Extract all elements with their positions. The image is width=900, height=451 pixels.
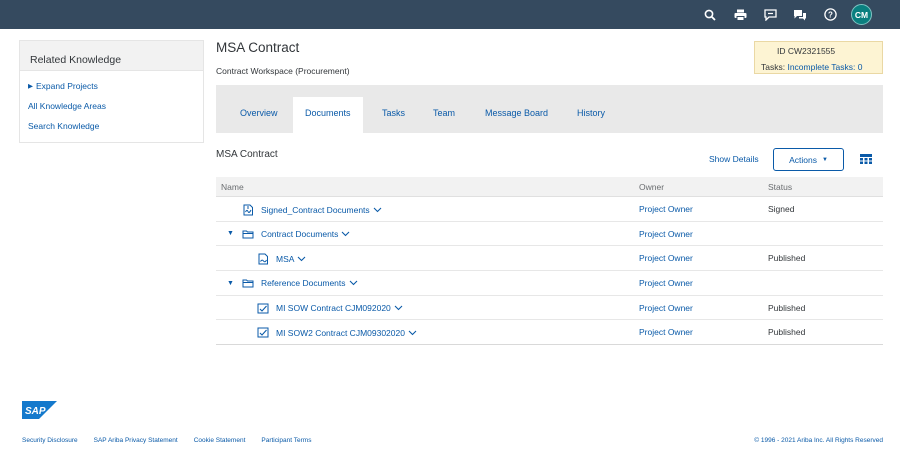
collapse-triangle-icon[interactable]: ▼ <box>227 280 234 287</box>
workspace-tasks: Tasks: Incomplete Tasks: 0 <box>761 62 863 72</box>
footer-links: Security Disclosure SAP Ariba Privacy St… <box>22 437 327 444</box>
folder-name[interactable]: Contract Documents <box>261 229 338 239</box>
tab-bar: Overview Documents Tasks Team Message Bo… <box>216 85 883 133</box>
chevron-down-icon[interactable] <box>349 280 358 286</box>
page-title: MSA Contract <box>216 40 300 55</box>
document-check-icon <box>257 327 269 338</box>
collapse-triangle-icon[interactable]: ▼ <box>227 230 234 237</box>
sap-logo-text: SAP <box>25 406 46 417</box>
related-knowledge-links: ▶ Expand Projects All Knowledge Areas Sea… <box>20 71 203 141</box>
tab-tasks[interactable]: Tasks <box>370 97 417 133</box>
incomplete-tasks-link[interactable]: Incomplete Tasks: 0 <box>787 62 862 72</box>
status-cell: Published <box>768 253 806 264</box>
status-cell: Published <box>768 302 806 313</box>
show-details-link[interactable]: Show Details <box>709 154 759 164</box>
shell-bar: ? CM <box>0 0 900 29</box>
tab-history[interactable]: History <box>565 97 617 133</box>
column-header-owner[interactable]: Owner <box>639 182 664 192</box>
document-check-icon <box>257 303 269 314</box>
caret-down-icon: ▼ <box>821 156 828 163</box>
table-options-icon[interactable] <box>860 154 872 166</box>
cookie-statement-link[interactable]: Cookie Statement <box>194 437 246 444</box>
chevron-down-icon[interactable] <box>394 305 403 311</box>
table-row: Signed_Contract Documents Project Owner … <box>216 197 883 222</box>
sap-logo: SAP <box>22 401 57 419</box>
folder-icon <box>242 229 254 239</box>
owner-cell[interactable]: Project Owner <box>639 303 693 313</box>
chevron-down-icon[interactable] <box>408 330 417 336</box>
document-name[interactable]: MI SOW2 Contract CJM09302020 <box>276 328 405 338</box>
table-row: ▼ Contract Documents Project Owner <box>216 222 883 247</box>
column-header-status[interactable]: Status <box>768 182 792 192</box>
participant-terms-link[interactable]: Participant Terms <box>261 437 311 444</box>
user-avatar[interactable]: CM <box>851 4 872 25</box>
help-icon[interactable]: ? <box>815 4 845 25</box>
table-row: MSA Project Owner Published <box>216 246 883 272</box>
owner-cell[interactable]: Project Owner <box>639 327 693 337</box>
document-name[interactable]: Signed_Contract Documents <box>261 205 370 215</box>
owner-cell[interactable]: Project Owner <box>639 229 693 239</box>
all-knowledge-areas-link[interactable]: All Knowledge Areas <box>28 101 203 121</box>
related-knowledge-panel: Related Knowledge ▶ Expand Projects All K… <box>19 40 204 143</box>
expand-projects-link[interactable]: ▶ Expand Projects <box>28 81 203 101</box>
table-row: MI SOW2 Contract CJM09302020 Project Own… <box>216 320 883 346</box>
folder-name[interactable]: Reference Documents <box>261 278 346 288</box>
status-cell: Signed <box>768 204 795 214</box>
status-cell: Published <box>768 327 806 338</box>
search-knowledge-link[interactable]: Search Knowledge <box>28 121 203 141</box>
chevron-down-icon[interactable] <box>341 231 350 237</box>
document-name[interactable]: MSA <box>276 254 294 264</box>
related-knowledge-title: Related Knowledge <box>20 41 203 71</box>
svg-text:?: ? <box>828 11 833 20</box>
name-cell: MSA <box>257 253 306 265</box>
print-icon[interactable] <box>725 4 755 25</box>
shell-actions: ? CM <box>695 4 872 25</box>
table-row: MI SOW Contract CJM092020 Project Owner … <box>216 296 883 321</box>
name-cell: Signed_Contract Documents <box>242 204 382 216</box>
tab-message-board[interactable]: Message Board <box>473 97 560 133</box>
documents-table: Name Owner Status Signed_Contract Docume… <box>216 177 883 346</box>
name-cell: MI SOW2 Contract CJM09302020 <box>257 327 417 338</box>
workspace-id: ID CW2321555 <box>777 46 836 56</box>
table-header: Name Owner Status <box>216 177 883 197</box>
copyright-text: © 1996 - 2021 Ariba Inc. All Rights Rese… <box>754 437 883 444</box>
privacy-statement-link[interactable]: SAP Ariba Privacy Statement <box>94 437 178 444</box>
security-disclosure-link[interactable]: Security Disclosure <box>22 437 78 444</box>
tab-team[interactable]: Team <box>421 97 467 133</box>
page-subtitle: Contract Workspace (Procurement) <box>216 66 350 76</box>
name-cell: ▼ Contract Documents <box>227 229 350 239</box>
tab-overview[interactable]: Overview <box>228 97 290 133</box>
folder-icon <box>242 278 254 288</box>
document-name[interactable]: MI SOW Contract CJM092020 <box>276 303 391 313</box>
name-cell: MI SOW Contract CJM092020 <box>257 303 403 314</box>
signed-document-icon <box>242 204 254 216</box>
owner-cell[interactable]: Project Owner <box>639 253 693 263</box>
chevron-down-icon[interactable] <box>297 256 306 262</box>
search-icon[interactable] <box>695 4 725 25</box>
actions-button[interactable]: Actions ▼ <box>773 148 844 171</box>
name-cell: ▼ Reference Documents <box>227 278 358 288</box>
workspace-info-box: ID CW2321555 Tasks: Incomplete Tasks: 0 <box>754 41 883 74</box>
owner-cell[interactable]: Project Owner <box>639 204 693 214</box>
documents-section-title: MSA Contract <box>216 149 278 160</box>
chat-icon[interactable] <box>785 4 815 25</box>
owner-cell[interactable]: Project Owner <box>639 278 693 288</box>
chevron-down-icon[interactable] <box>373 207 382 213</box>
table-row: ▼ Reference Documents Project Owner <box>216 271 883 296</box>
contract-document-icon <box>257 253 269 265</box>
column-header-name[interactable]: Name <box>221 182 244 192</box>
tab-documents[interactable]: Documents <box>293 97 363 133</box>
expand-triangle-icon: ▶ <box>28 83 33 90</box>
feedback-icon[interactable] <box>755 4 785 25</box>
